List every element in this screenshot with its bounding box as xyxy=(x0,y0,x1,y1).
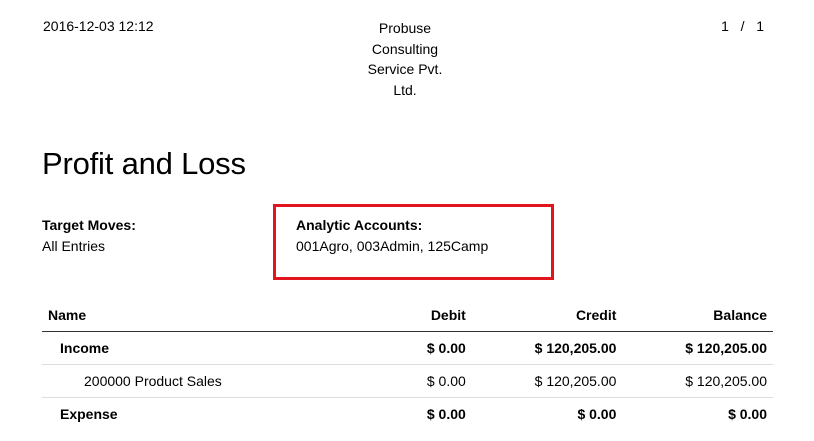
row-balance: $ 120,205.00 xyxy=(622,331,773,365)
row-balance: $ 120,205.00 xyxy=(622,364,773,398)
profit-loss-table: Name Debit Credit Balance Income $ 0.00 … xyxy=(42,298,773,430)
row-name: Income xyxy=(42,331,390,365)
analytic-accounts-label: Analytic Accounts: xyxy=(296,217,423,233)
row-balance: $ 0.00 xyxy=(728,406,767,422)
target-moves-value: All Entries xyxy=(42,238,106,254)
company-name-line: Consulting xyxy=(371,40,439,57)
column-header-name: Name xyxy=(42,298,390,332)
column-header-balance: Balance xyxy=(622,298,773,332)
target-moves-filter: Target Moves: All Entries xyxy=(42,217,136,254)
column-header-debit: Debit xyxy=(390,298,472,332)
row-credit: $ 0.00 xyxy=(577,406,617,422)
page-separator: / xyxy=(740,18,745,34)
row-debit: $ 0.00 xyxy=(390,364,472,398)
page-total: 1 xyxy=(756,18,764,34)
report-title: Profit and Loss xyxy=(42,146,246,181)
company-name-line: Ltd. xyxy=(393,81,417,98)
table-header-row: Name Debit Credit Balance xyxy=(42,298,773,332)
company-name: Probuse Consulting Service Pvt. Ltd. xyxy=(340,18,470,100)
column-header-credit: Credit xyxy=(471,298,623,332)
page-current: 1 xyxy=(721,18,729,34)
row-name: Expense xyxy=(60,406,118,422)
company-name-line: Service Pvt. xyxy=(367,61,443,77)
row-name: 200000 Product Sales xyxy=(42,364,390,398)
table-row: Income $ 0.00 $ 120,205.00 $ 120,205.00 xyxy=(42,331,773,365)
row-credit: $ 120,205.00 xyxy=(471,364,623,398)
analytic-accounts-filter: Analytic Accounts: 001Agro, 003Admin, 12… xyxy=(296,217,488,254)
company-name-line: Probuse xyxy=(378,20,432,36)
page-number: 1 / 1 xyxy=(721,18,764,34)
print-date: 2016-12-03 12:12 xyxy=(43,18,154,34)
row-credit: $ 120,205.00 xyxy=(471,331,623,365)
analytic-accounts-value: 001Agro, 003Admin, 125Camp xyxy=(296,238,489,254)
table-row: Expense $ 0.00 $ 0.00 $ 0.00 xyxy=(42,398,773,431)
row-debit: $ 0.00 xyxy=(426,406,466,422)
table-row: 200000 Product Sales $ 0.00 $ 120,205.00… xyxy=(42,364,773,398)
target-moves-label: Target Moves: xyxy=(42,217,136,233)
row-debit: $ 0.00 xyxy=(390,331,472,365)
